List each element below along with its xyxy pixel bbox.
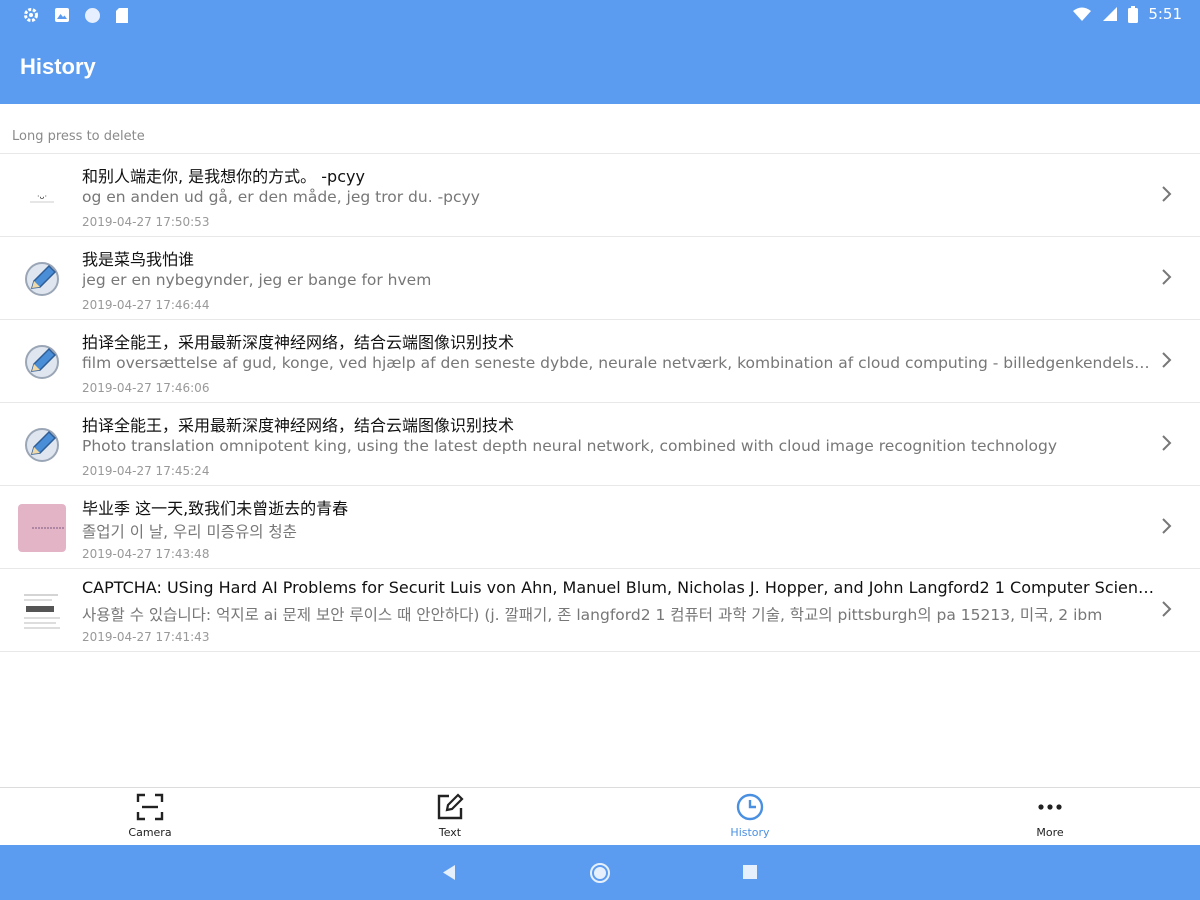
status-bar: 5:51 [0,0,1200,32]
source-text: CAPTCHA: USing Hard AI Problems for Secu… [82,578,1157,597]
pencil-icon [25,428,59,462]
history-item[interactable]: 毕业季 这一天,致我们未曾逝去的青春 졸업기 이 날, 우리 미증유의 청춘 2… [0,486,1200,569]
timestamp: 2019-04-27 17:41:43 [82,630,210,644]
wifi-icon [1073,7,1092,21]
page-title: History [20,54,96,79]
translation-text: og en anden ud gå, er den måde, jeg tror… [82,188,480,206]
chevron-right-icon [1162,186,1172,202]
status-system-icons: 5:51 [1072,5,1182,23]
history-item[interactable]: 拍译全能王，采用最新深度神经网络，结合云端图像识别技术 Photo transl… [0,403,1200,486]
tab-label: Text [438,826,462,839]
translation-text: jeg er en nybegynder, jeg er bange for h… [82,271,432,289]
battery-icon [1128,5,1139,23]
delete-hint: Long press to delete [12,129,145,144]
history-list: ·ᴗ· 和别人端走你, 是我想你的方式。 -pcyy og en anden u… [0,153,1200,652]
tab-label: Camera [128,826,172,839]
scan-frame-icon [136,793,164,821]
timestamp: 2019-04-27 17:45:24 [82,464,210,478]
image-notification-icon [55,8,69,22]
home-icon[interactable] [589,862,611,884]
system-navigation-bar [0,845,1200,900]
photo-thumbnail [18,504,66,552]
photo-thumbnail: ·ᴗ· [18,172,66,220]
circle-notification-icon [85,7,100,23]
svg-text:·ᴗ·: ·ᴗ· [37,192,47,201]
pencil-icon [25,345,59,379]
source-text: 拍译全能王，采用最新深度神经网络，结合云端图像识别技术 [82,333,515,352]
source-text: 拍译全能王，采用最新深度神经网络，结合云端图像识别技术 [82,416,515,435]
tab-text[interactable]: Text [350,788,550,846]
tab-camera[interactable]: Camera [50,788,250,846]
recents-icon[interactable] [743,865,757,879]
status-time: 5:51 [1148,5,1182,23]
tab-label: More [1036,826,1064,839]
chevron-right-icon [1162,352,1172,368]
signal-icon [1103,7,1118,21]
tab-more[interactable]: More [950,788,1150,846]
translation-text: 사용할 수 있습니다: 억지로 ai 문제 보안 루이스 때 안안하다) (j.… [82,606,1103,624]
timestamp: 2019-04-27 17:43:48 [82,547,210,561]
clock-icon [736,793,764,821]
chevron-right-icon [1162,435,1172,451]
chevron-right-icon [1162,518,1172,534]
history-item[interactable]: ·ᴗ· 和别人端走你, 是我想你的方式。 -pcyy og en anden u… [0,154,1200,237]
more-dots-icon [1038,804,1062,810]
history-item[interactable]: 我是菜鸟我怕谁 jeg er en nybegynder, jeg er ban… [0,237,1200,320]
app-bar: History [0,32,1200,104]
status-notification-icons [22,6,129,24]
timestamp: 2019-04-27 17:50:53 [82,215,210,229]
history-item[interactable]: CAPTCHA: USing Hard AI Problems for Secu… [0,569,1200,652]
source-text: 和别人端走你, 是我想你的方式。 -pcyy [82,167,365,186]
timestamp: 2019-04-27 17:46:44 [82,298,210,312]
timestamp: 2019-04-27 17:46:06 [82,381,210,395]
edit-icon [437,793,464,820]
translation-text: 졸업기 이 날, 우리 미증유의 청춘 [82,523,297,541]
pencil-icon [25,262,59,296]
document-thumbnail [18,587,66,635]
chevron-right-icon [1162,269,1172,285]
source-text: 我是菜鸟我怕谁 [82,250,195,269]
tab-label: History [730,826,770,839]
sd-card-icon [116,7,128,23]
chevron-right-icon [1162,601,1172,617]
bottom-navigation: Camera Text History More [0,787,1200,845]
back-icon[interactable] [441,864,457,881]
translation-text: film oversættelse af gud, konge, ved hjæ… [82,354,1150,372]
tab-history[interactable]: History [650,788,850,846]
translation-text: Photo translation omnipotent king, using… [82,437,1057,455]
settings-icon [24,8,38,22]
source-text: 毕业季 这一天,致我们未曾逝去的青春 [82,499,349,518]
history-item[interactable]: 拍译全能王，采用最新深度神经网络，结合云端图像识别技术 film oversæt… [0,320,1200,403]
